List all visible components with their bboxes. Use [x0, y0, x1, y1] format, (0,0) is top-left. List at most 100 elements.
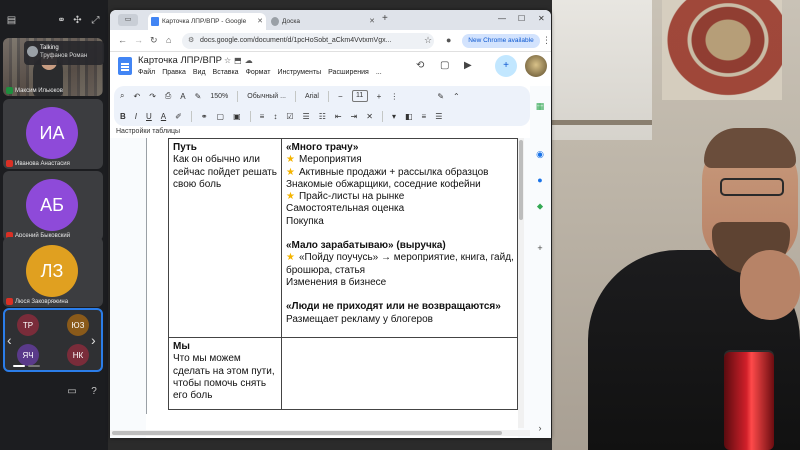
edit-mode-icon[interactable]: ✎: [437, 92, 444, 101]
close-window-icon[interactable]: ✕: [538, 14, 545, 23]
expand-icon[interactable]: ⤢: [90, 15, 101, 26]
text-color-icon[interactable]: A: [161, 112, 166, 121]
share-button[interactable]: +: [495, 55, 517, 77]
add-addon-icon[interactable]: +: [534, 242, 546, 254]
align-icon[interactable]: ≡: [260, 112, 265, 121]
back-icon[interactable]: ←: [118, 35, 127, 45]
move-icon[interactable]: ⬒: [234, 56, 245, 65]
maximize-icon[interactable]: ☐: [518, 14, 525, 23]
list-icon[interactable]: ▤: [6, 15, 17, 26]
font-size-input[interactable]: 11: [351, 90, 368, 102]
maps-icon[interactable]: ⬥: [534, 200, 546, 212]
search-menus-icon[interactable]: ⌕: [120, 91, 124, 101]
document-title[interactable]: Карточка ЛПР/ВПР: [138, 55, 222, 66]
menu-more[interactable]: ...: [376, 69, 382, 76]
calendar-icon[interactable]: ▦: [534, 100, 546, 112]
history-icon[interactable]: ⟲: [416, 60, 424, 71]
menu-format[interactable]: Формат: [246, 69, 271, 76]
italic-icon[interactable]: I: [135, 112, 137, 121]
new-tab-button[interactable]: +: [382, 13, 388, 24]
horizontal-scrollbar[interactable]: [110, 430, 530, 436]
undo-icon[interactable]: ↶: [133, 92, 140, 101]
docs-logo-icon[interactable]: [118, 57, 132, 75]
table-cell[interactable]: «Много трачу» ★ Мероприятия ★ Активные прод…: [281, 138, 518, 338]
clear-format-icon[interactable]: ✕: [366, 112, 373, 121]
update-chrome-button[interactable]: New Chrome available: [462, 34, 540, 48]
font-select[interactable]: Arial: [305, 93, 319, 100]
line-spacing-icon[interactable]: ↕: [273, 112, 277, 121]
underline-icon[interactable]: U: [146, 112, 152, 121]
tab-docs[interactable]: Карточка ЛПР/ВПР - Google ✕: [148, 13, 266, 30]
checklist-icon[interactable]: ☑: [286, 112, 293, 121]
help-icon[interactable]: ?: [88, 386, 100, 398]
table-cell[interactable]: Путь Как он обычно или сейчас пойдет реш…: [168, 138, 282, 338]
participant-tile[interactable]: ИА Иванова Анастасия: [3, 99, 103, 169]
menu-extensions[interactable]: Расширения: [328, 69, 369, 76]
profile-icon[interactable]: ●: [446, 35, 451, 45]
mini-avatar: ЯЧ: [17, 344, 39, 366]
bullet-list-icon[interactable]: ☰: [303, 112, 310, 121]
close-icon[interactable]: ✕: [257, 13, 263, 30]
comment-add-icon[interactable]: ▢: [217, 112, 225, 121]
table-cell[interactable]: Мы Что мы можем сделать на этом пути, чт…: [168, 337, 282, 410]
border-color-icon[interactable]: ▾: [392, 112, 396, 121]
vertical-scrollbar[interactable]: [518, 138, 524, 428]
border-width-icon[interactable]: ≡: [422, 112, 427, 121]
participant-tile[interactable]: ЛЗ Люся Заковряжина: [3, 237, 103, 307]
border-dash-icon[interactable]: ☰: [435, 112, 442, 121]
menu-file[interactable]: Файл: [138, 69, 155, 76]
layout-icon[interactable]: ▭: [66, 386, 78, 398]
minimize-icon[interactable]: —: [498, 14, 506, 23]
contacts-icon[interactable]: ●: [534, 174, 546, 186]
table-cell[interactable]: [281, 337, 518, 410]
video-icon[interactable]: ▶: [464, 60, 472, 71]
star-icon[interactable]: ☆: [224, 56, 234, 65]
tasks-icon[interactable]: ◉: [534, 148, 546, 160]
menu-tools[interactable]: Инструменты: [277, 69, 321, 76]
numbered-list-icon[interactable]: ☷: [319, 112, 326, 121]
bookmark-icon[interactable]: ☆: [424, 35, 432, 46]
block-line: Изменения в бизнесе: [286, 277, 514, 289]
cell-color-icon[interactable]: ◧: [405, 112, 413, 121]
style-select[interactable]: Обычный ...: [247, 93, 286, 100]
tab-board[interactable]: Доска ✕: [268, 13, 378, 30]
menu-view[interactable]: Вид: [193, 69, 206, 76]
highlight-icon[interactable]: ✐: [175, 112, 182, 121]
table-settings-button[interactable]: Настройки таблицы: [116, 128, 180, 135]
cloud-icon[interactable]: ☁: [245, 56, 256, 65]
url-input[interactable]: ⚙ docs.google.com/document/d/1pcHoSobt_a…: [182, 33, 434, 49]
print-icon[interactable]: ⎙: [165, 91, 171, 101]
tab-search-icon[interactable]: ▭: [118, 14, 138, 26]
decrease-font-icon[interactable]: −: [338, 92, 343, 101]
ai-icon[interactable]: ✣: [72, 15, 83, 26]
menu-edit[interactable]: Правка: [162, 69, 186, 76]
bold-icon[interactable]: B: [120, 112, 126, 121]
close-icon[interactable]: ✕: [369, 13, 375, 30]
redo-icon[interactable]: ↷: [149, 92, 156, 101]
reload-icon[interactable]: ↻: [150, 35, 158, 46]
increase-font-icon[interactable]: +: [377, 92, 382, 101]
participant-tile[interactable]: АБ Арсений Быковский: [3, 171, 103, 241]
home-icon[interactable]: ⌂: [166, 35, 171, 45]
more-icon[interactable]: ⋮: [390, 92, 398, 101]
menu-dots-icon[interactable]: ⋮: [542, 35, 551, 46]
video-call-panel: ▤ ⚭ ✣ ⤢ Максим Ильюков Talking Труфанов …: [0, 0, 108, 450]
avatar[interactable]: [525, 55, 547, 77]
comment-icon[interactable]: ▢: [440, 60, 449, 71]
chevron-right-icon[interactable]: ›: [91, 332, 96, 348]
zoom-select[interactable]: 150%: [210, 93, 228, 100]
paint-format-icon[interactable]: ✎: [195, 92, 202, 101]
indent-decrease-icon[interactable]: ⇤: [335, 112, 342, 121]
menu-insert[interactable]: Вставка: [213, 69, 239, 76]
image-icon[interactable]: ▣: [233, 112, 241, 121]
link-icon[interactable]: ⚭: [201, 112, 208, 121]
expand-panel-icon[interactable]: ›: [534, 422, 546, 434]
indent-increase-icon[interactable]: ⇥: [351, 112, 358, 121]
forward-icon[interactable]: →: [134, 35, 143, 45]
participant-grid-tile[interactable]: ТР ЮЗ ЯЧ НК ‹ ›: [3, 308, 103, 372]
spellcheck-icon[interactable]: A: [180, 92, 185, 101]
link-icon[interactable]: ⚭: [56, 15, 67, 26]
collapse-icon[interactable]: ⌃: [453, 92, 460, 101]
chevron-left-icon[interactable]: ‹: [7, 332, 12, 348]
site-info-icon[interactable]: ⚙: [188, 33, 194, 49]
